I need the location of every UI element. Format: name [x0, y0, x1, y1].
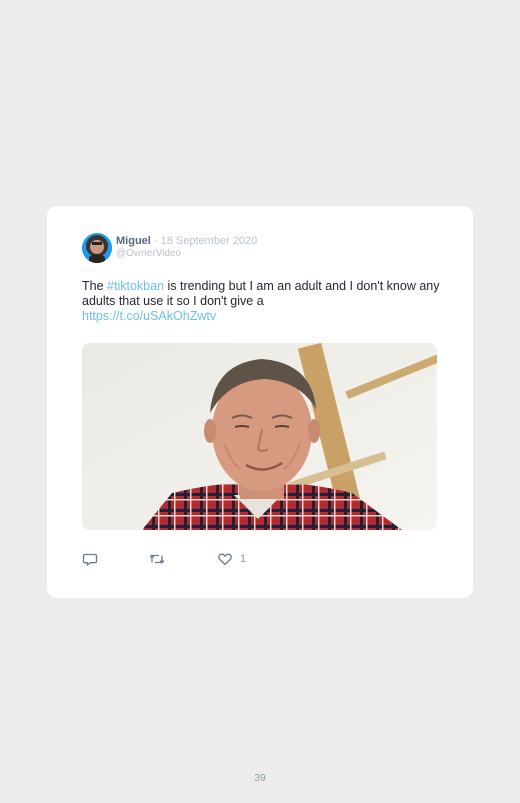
tweet-actions: 1 [82, 550, 282, 570]
heart-icon [217, 551, 233, 567]
page-number: 39 [254, 773, 266, 784]
like-button[interactable]: 1 [217, 550, 246, 568]
tweet-url-link[interactable]: https://t.co/uSAkOhZwtv [82, 309, 444, 324]
tweet-media-image[interactable] [82, 343, 437, 530]
tweet-card: Miguel · 18 September 2020 @OwnerVideo T… [47, 206, 473, 598]
tweet-header: Miguel · 18 September 2020 [116, 235, 257, 248]
tweet-text-start: The [82, 279, 108, 293]
retweet-icon [148, 551, 166, 567]
tweet-date[interactable]: 18 September 2020 [161, 235, 258, 247]
hashtag-link[interactable]: #tiktokban [107, 279, 164, 293]
author-name[interactable]: Miguel [116, 235, 151, 247]
avatar[interactable] [82, 233, 112, 263]
reply-button[interactable] [82, 550, 98, 568]
header-separator: · [153, 235, 158, 247]
retweet-button[interactable] [148, 550, 166, 568]
media-illustration [82, 343, 437, 530]
comment-icon [82, 551, 98, 567]
author-handle[interactable]: @OwnerVideo [116, 248, 181, 260]
like-count: 1 [240, 553, 247, 565]
tweet-text: The #tiktokban is trending but I am an a… [82, 279, 444, 324]
